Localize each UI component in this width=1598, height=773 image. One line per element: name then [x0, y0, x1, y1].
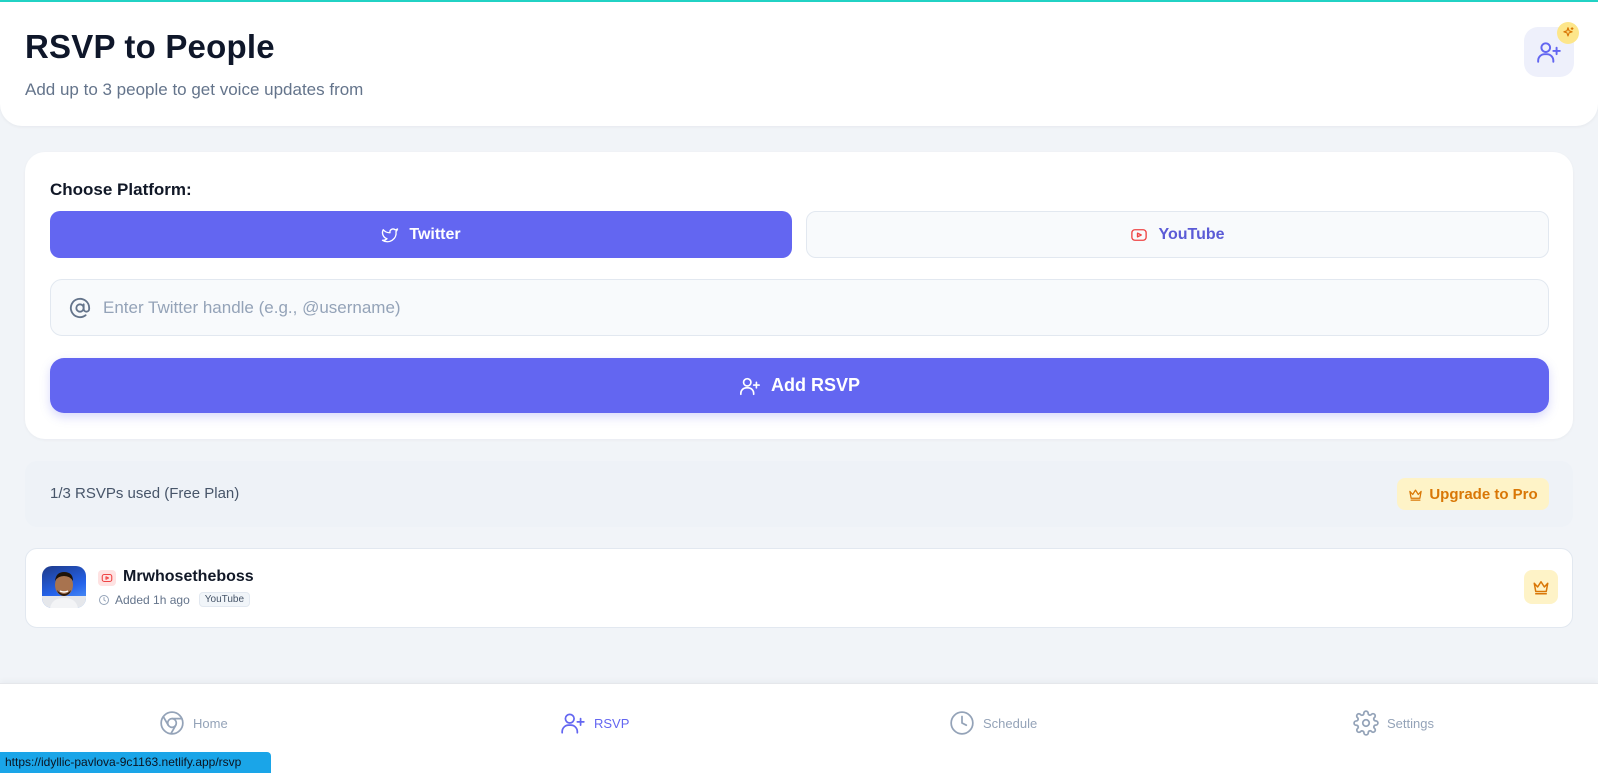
usage-text: 1/3 RSVPs used (Free Plan) — [50, 485, 240, 502]
youtube-icon — [101, 573, 113, 583]
user-plus-icon — [1537, 42, 1561, 63]
add-rsvp-button[interactable]: Add RSVP — [50, 358, 1549, 413]
nav-rsvp-label: RSVP — [594, 715, 630, 731]
rsvp-meta: Added 1h ago YouTube — [98, 592, 251, 607]
clock-icon — [950, 711, 974, 735]
nav-schedule[interactable]: Schedule — [949, 708, 1037, 738]
user-plus-icon — [561, 713, 585, 734]
twitter-icon — [382, 227, 399, 242]
nav-home[interactable]: Home — [159, 708, 228, 738]
nav-rsvp[interactable]: RSVP — [560, 708, 629, 738]
sparkle-badge — [1557, 22, 1579, 44]
nav-schedule-label: Schedule — [983, 715, 1038, 731]
at-icon — [69, 297, 91, 319]
avatar — [42, 566, 86, 608]
gear-icon — [1353, 710, 1379, 736]
nav-home-label: Home — [193, 715, 228, 731]
handle-input-wrapper[interactable] — [50, 279, 1549, 336]
youtube-icon — [1131, 228, 1148, 241]
upgrade-to-pro-button[interactable]: Upgrade to Pro — [1397, 478, 1549, 510]
rsvp-list-item — [25, 548, 1573, 628]
status-bar-url: https://idyllic-pavlova-9c1163.netlify.a… — [0, 752, 271, 773]
nav-settings-label: Settings — [1387, 715, 1434, 731]
platform-youtube-button[interactable]: YouTube — [806, 211, 1549, 258]
page-title: RSVP to People — [25, 28, 275, 65]
platform-youtube-label: YouTube — [1158, 225, 1225, 243]
usage-bar — [25, 461, 1573, 527]
platform-twitter-label: Twitter — [409, 225, 461, 243]
page-subtitle: Add up to 3 people to get voice updates … — [25, 80, 364, 99]
rsvp-platform-badge — [98, 570, 116, 586]
nav-settings[interactable]: Settings — [1353, 708, 1434, 738]
crown-icon — [1533, 581, 1549, 595]
crown-icon — [1409, 489, 1423, 501]
platform-twitter-button[interactable]: Twitter — [50, 211, 792, 258]
chrome-icon — [160, 711, 184, 735]
rsvp-name: Mrwhosetheboss — [123, 568, 254, 585]
handle-input[interactable] — [103, 297, 1483, 318]
rsvp-pro-button[interactable] — [1524, 570, 1558, 604]
choose-platform-label: Choose Platform: — [50, 180, 192, 199]
rsvp-platform-tag: YouTube — [198, 592, 251, 607]
upgrade-label: Upgrade to Pro — [1429, 485, 1538, 503]
user-plus-icon — [739, 377, 760, 395]
add-rsvp-label: Add RSVP — [770, 375, 860, 395]
rsvp-added-time: Added 1h ago — [115, 592, 190, 607]
clock-icon — [99, 594, 109, 605]
sparkle-icon — [1563, 27, 1574, 37]
